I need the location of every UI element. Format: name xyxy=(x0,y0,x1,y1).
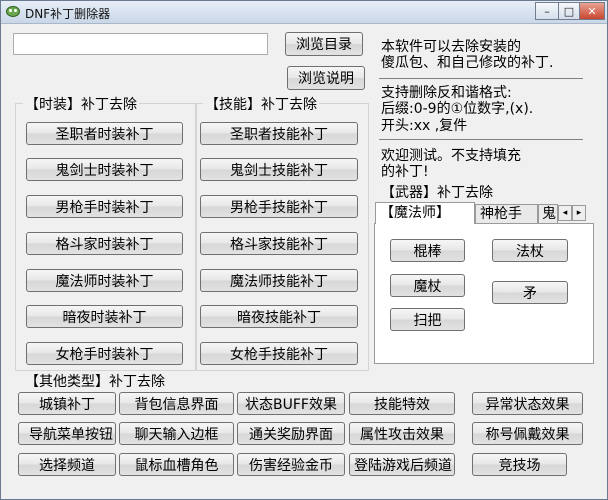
other-patch-button[interactable]: 称号佩戴效果 xyxy=(472,422,583,445)
fashion-patch-button[interactable]: 暗夜时装补丁 xyxy=(26,305,183,328)
other-patch-button[interactable]: 异常状态效果 xyxy=(472,392,583,415)
browse-directory-button[interactable]: 浏览目录 xyxy=(285,32,363,56)
info-line-1: 本软件可以去除安装的 xyxy=(381,39,521,55)
tab-slayer[interactable]: 鬼 xyxy=(538,204,558,223)
fashion-patch-button[interactable]: 男枪手时装补丁 xyxy=(26,195,183,218)
info-line-5: 开头:xx ,复件 xyxy=(381,118,468,134)
other-patch-button[interactable]: 技能特效 xyxy=(349,392,455,415)
info-line-7: 的补丁! xyxy=(381,164,429,180)
maximize-button[interactable]: □ xyxy=(558,2,580,20)
skill-patch-button[interactable]: 暗夜技能补丁 xyxy=(200,305,358,328)
other-patch-button[interactable]: 状态BUFF效果 xyxy=(237,392,345,415)
divider xyxy=(379,139,583,140)
info-line-6: 欢迎测试。不支持填充 xyxy=(381,148,521,164)
other-group-title: 【其他类型】补丁去除 xyxy=(23,371,167,391)
minimize-button[interactable]: – xyxy=(535,2,559,20)
other-patch-button[interactable]: 导航菜单按钮 xyxy=(18,422,116,445)
browse-help-button[interactable]: 浏览说明 xyxy=(287,66,365,90)
other-patch-button[interactable]: 伤害经验金币 xyxy=(237,453,345,476)
tab-gunner[interactable]: 神枪手 xyxy=(475,204,538,223)
info-line-3: 支持删除反和谐格式: xyxy=(381,85,512,101)
fashion-patch-button[interactable]: 鬼剑士时装补丁 xyxy=(26,158,183,181)
skill-patch-button[interactable]: 男枪手技能补丁 xyxy=(200,195,358,218)
weapon-patch-button[interactable]: 矛 xyxy=(492,281,568,304)
skill-patch-button[interactable]: 格斗家技能补丁 xyxy=(200,232,358,255)
app-icon xyxy=(6,6,20,17)
fashion-patch-button[interactable]: 魔法师时装补丁 xyxy=(26,269,183,292)
other-patch-button[interactable]: 城镇补丁 xyxy=(18,392,116,415)
info-line-4: 后缀:0-9的①位数字,(x). xyxy=(381,101,534,117)
title-bar: DNF补丁删除器 – □ ✕ xyxy=(1,1,607,24)
window-title: DNF补丁删除器 xyxy=(25,7,111,21)
skill-patch-button[interactable]: 鬼剑士技能补丁 xyxy=(200,158,358,181)
tab-scroll-right-icon[interactable]: ▸ xyxy=(572,205,586,221)
skill-group-title: 【技能】补丁去除 xyxy=(203,94,319,114)
fashion-group-title: 【时装】补丁去除 xyxy=(23,94,139,114)
weapon-patch-button[interactable]: 魔杖 xyxy=(390,274,465,297)
other-patch-button[interactable]: 聊天输入边框 xyxy=(119,422,234,445)
path-input[interactable] xyxy=(13,33,268,55)
info-line-2: 傻瓜包、和自己修改的补丁. xyxy=(381,55,554,71)
fashion-patch-button[interactable]: 女枪手时装补丁 xyxy=(26,342,183,365)
other-patch-button[interactable]: 选择频道 xyxy=(18,453,116,476)
weapon-patch-button[interactable]: 法杖 xyxy=(492,239,568,262)
tab-mage[interactable]: 【魔法师】 xyxy=(375,202,475,224)
weapon-patch-button[interactable]: 扫把 xyxy=(390,308,465,331)
close-button[interactable]: ✕ xyxy=(579,2,605,20)
other-patch-button[interactable]: 登陆游戏后频道 xyxy=(349,453,455,476)
fashion-patch-button[interactable]: 格斗家时装补丁 xyxy=(26,232,183,255)
skill-patch-button[interactable]: 魔法师技能补丁 xyxy=(200,269,358,292)
divider xyxy=(379,78,583,79)
tab-scroll-left-icon[interactable]: ◂ xyxy=(558,205,572,221)
weapon-group-title: 【武器】补丁去除 xyxy=(379,182,495,202)
fashion-patch-button[interactable]: 圣职者时装补丁 xyxy=(26,122,183,145)
other-patch-button[interactable]: 竞技场 xyxy=(472,453,567,476)
skill-patch-button[interactable]: 圣职者技能补丁 xyxy=(200,122,358,145)
app-window: DNF补丁删除器 – □ ✕ 浏览目录 浏览说明 本软件可以去除安装的 傻瓜包、… xyxy=(0,0,608,500)
weapon-patch-button[interactable]: 棍棒 xyxy=(390,239,465,262)
other-patch-button[interactable]: 背包信息界面 xyxy=(119,392,234,415)
other-patch-button[interactable]: 通关奖励界面 xyxy=(237,422,345,445)
other-patch-button[interactable]: 属性攻击效果 xyxy=(349,422,455,445)
skill-patch-button[interactable]: 女枪手技能补丁 xyxy=(200,342,358,365)
other-patch-button[interactable]: 鼠标血槽角色 xyxy=(119,453,234,476)
